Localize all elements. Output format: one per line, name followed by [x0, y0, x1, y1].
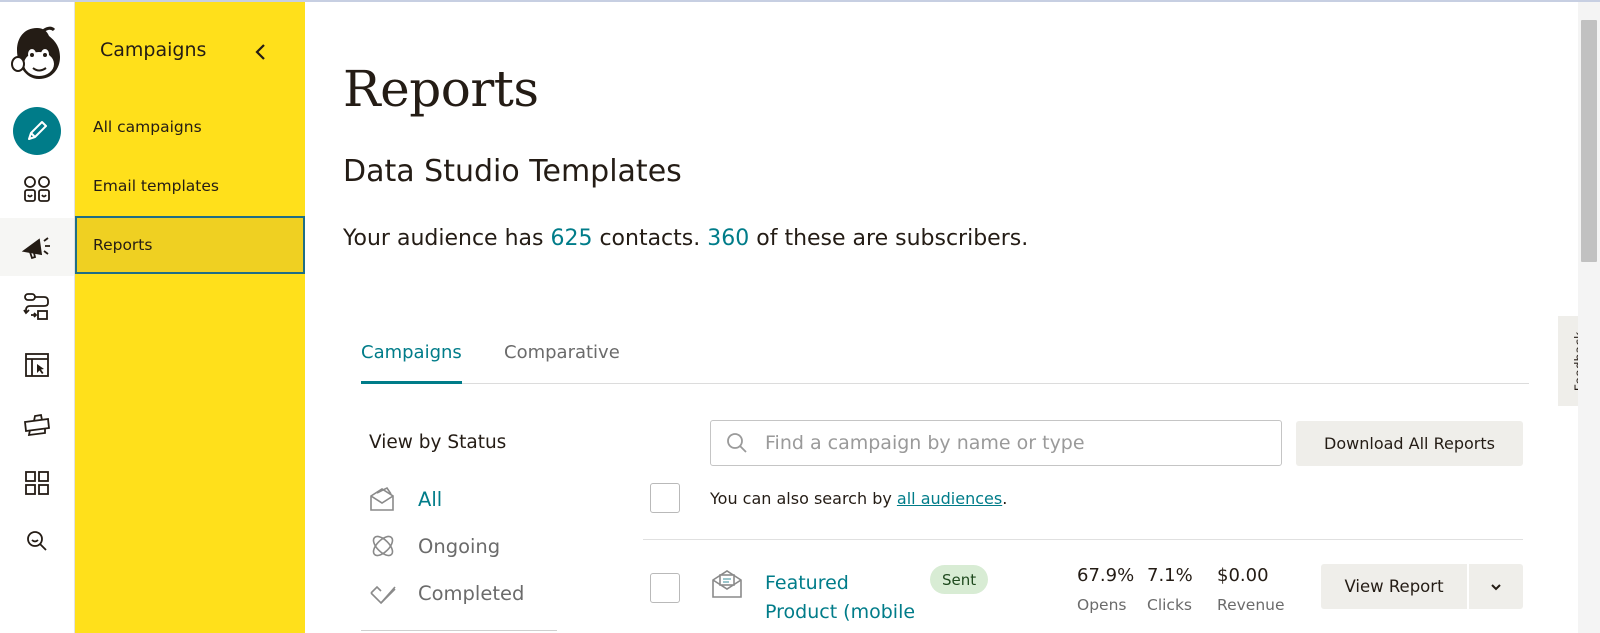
opens-value: 67.9% [1077, 565, 1135, 586]
tab-comparative[interactable]: Comparative [504, 342, 620, 384]
audience-icon[interactable] [0, 160, 74, 218]
chevron-left-icon [255, 44, 265, 60]
audience-middle: contacts. [599, 226, 701, 251]
collapse-nav-button[interactable] [249, 40, 273, 64]
status-label-ongoing: Ongoing [418, 534, 501, 558]
revenue-label: Revenue [1217, 596, 1285, 614]
status-filter-completed[interactable]: Completed [368, 576, 524, 610]
nav-item-all-campaigns[interactable]: All campaigns [75, 98, 305, 156]
envelope-stack-icon [370, 486, 394, 511]
integrations-icon[interactable] [0, 454, 74, 512]
status-badge: Sent [930, 565, 989, 594]
campaign-title-link[interactable]: Featured Product (mobile [765, 569, 925, 627]
report-tabs: Campaigns Comparative [361, 342, 1529, 384]
status-label-completed: Completed [418, 581, 525, 605]
content-icon[interactable] [0, 395, 74, 453]
main-content: Reports Data Studio Templates Your audie… [305, 2, 1558, 633]
nav-title: Campaigns [100, 39, 207, 61]
campaign-row-checkbox[interactable] [650, 573, 680, 603]
campaign-search-input[interactable] [763, 427, 1268, 459]
email-campaign-icon [710, 567, 744, 605]
page-title: Reports [343, 60, 539, 118]
view-report-button[interactable]: View Report [1321, 564, 1467, 609]
clicks-value: 7.1% [1147, 565, 1193, 586]
automation-icon[interactable] [0, 277, 74, 335]
contacts-count: 625 [550, 226, 593, 251]
campaign-search [710, 420, 1282, 466]
revenue-value: $0.00 [1217, 565, 1269, 586]
status-filter-ongoing[interactable]: Ongoing [368, 529, 500, 563]
opens-label: Opens [1077, 596, 1127, 614]
search-icon[interactable] [0, 512, 74, 570]
status-divider [361, 630, 557, 631]
page-scrollbar[interactable] [1578, 2, 1600, 633]
audience-prefix: Your audience has [343, 226, 544, 251]
status-filter-all[interactable]: All [368, 482, 442, 516]
megaphone-icon[interactable] [0, 218, 74, 276]
freddie-logo-icon[interactable] [0, 18, 74, 92]
audience-summary: Your audience has 625 contacts. 360 of t… [343, 226, 1028, 251]
icon-rail [0, 2, 75, 633]
hint-prefix: You can also search by [710, 489, 892, 508]
download-all-reports-button[interactable]: Download All Reports [1296, 421, 1523, 466]
hint-suffix: . [1002, 489, 1008, 508]
subscribers-count: 360 [707, 226, 750, 251]
website-icon[interactable] [0, 336, 74, 394]
nav-item-reports[interactable]: Reports [75, 216, 305, 274]
select-all-checkbox[interactable] [650, 483, 680, 513]
audience-suffix: of these are subscribers. [756, 226, 1029, 251]
scrollbar-thumb[interactable] [1581, 20, 1597, 262]
search-hint: You can also search by all audiences. [710, 489, 1007, 508]
list-divider [643, 539, 1523, 540]
pencil-icon [13, 107, 61, 155]
status-label-all: All [418, 487, 443, 511]
clicks-label: Clicks [1147, 596, 1193, 614]
chevron-down-icon [1491, 583, 1501, 590]
section-title: Data Studio Templates [343, 154, 682, 189]
create-button[interactable] [0, 102, 74, 160]
tab-campaigns[interactable]: Campaigns [361, 342, 462, 384]
loop-icon [372, 535, 394, 557]
check-badge-icon [370, 585, 396, 605]
search-icon [725, 431, 749, 459]
report-options-button[interactable] [1469, 564, 1523, 609]
campaigns-nav: Campaigns All campaigns Email templates … [75, 2, 305, 633]
all-audiences-link[interactable]: all audiences [897, 489, 1002, 508]
view-by-status-heading: View by Status [369, 432, 507, 453]
nav-item-email-templates[interactable]: Email templates [75, 157, 305, 215]
